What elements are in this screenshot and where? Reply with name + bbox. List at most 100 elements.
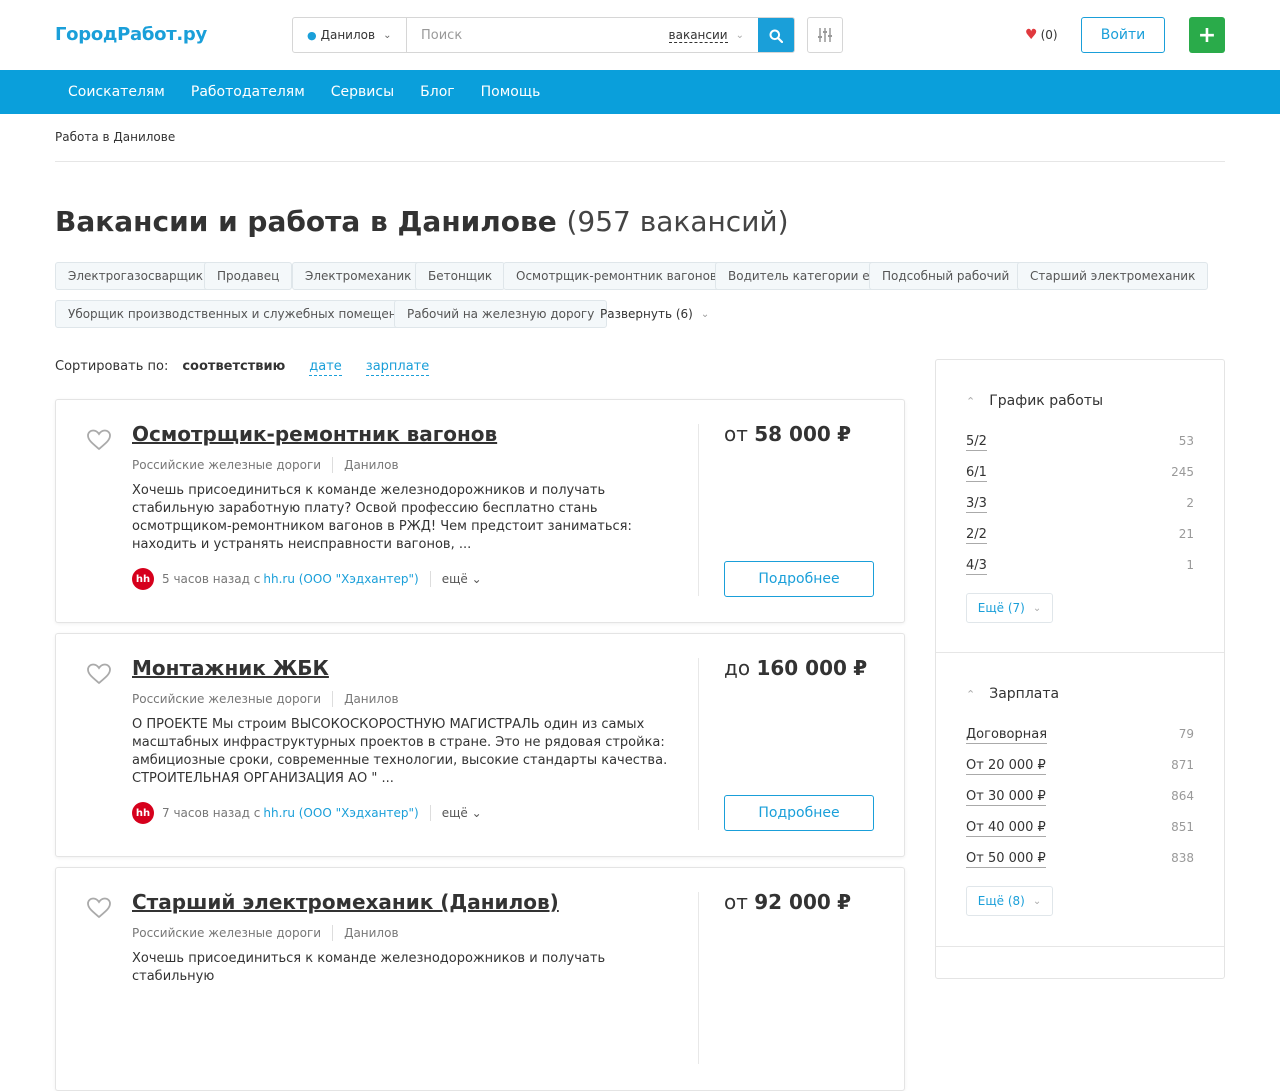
expand-tags-button[interactable]: Развернуть (6) ⌄ xyxy=(600,300,709,328)
search-input[interactable] xyxy=(407,18,669,52)
search-bar: ● Данилов ⌄ вакансии ⌄ xyxy=(292,17,795,53)
add-button[interactable]: + xyxy=(1189,17,1225,53)
breadcrumb[interactable]: Работа в Данилове xyxy=(55,130,175,144)
vacancy-title[interactable]: Осмотрщик-ремонтник вагонов xyxy=(132,422,497,446)
filter-option[interactable]: 2/2 21 xyxy=(966,527,1194,544)
filter-option[interactable]: 3/3 2 xyxy=(966,496,1194,513)
details-button[interactable]: Подробнее xyxy=(724,561,874,597)
tag-item[interactable]: Старший электромеханик xyxy=(1017,262,1209,290)
vacancy-description: Хочешь присоединиться к команде железнод… xyxy=(132,483,632,552)
tag-item[interactable]: Водитель категории е xyxy=(715,262,883,290)
company-name: Российские железные дороги xyxy=(132,692,322,706)
hh-logo-icon: hh xyxy=(132,802,154,824)
details-button[interactable]: Подробнее xyxy=(724,795,874,831)
divider xyxy=(55,161,1225,162)
search-button[interactable] xyxy=(758,18,794,52)
divider xyxy=(429,571,431,587)
filter-more-button[interactable]: Ещё (8) ⌄ xyxy=(966,886,1053,916)
city-selector[interactable]: ● Данилов ⌄ xyxy=(293,18,407,52)
filter-option-label: 4/3 xyxy=(966,558,987,575)
filter-option-count: 871 xyxy=(1171,758,1194,772)
heart-outline-icon[interactable] xyxy=(86,428,112,452)
favorites-link[interactable]: ♥ (0) xyxy=(1025,27,1058,43)
filter-option[interactable]: От 40 000 ₽ 851 xyxy=(966,820,1194,837)
filter-header[interactable]: ⌃ Зарплата xyxy=(966,686,1059,702)
filter-schedule: ⌃ График работы 5/2 53 6/1 245 3/3 2 2/2… xyxy=(936,360,1224,652)
vacancy-title[interactable]: Монтажник ЖБК xyxy=(132,656,329,680)
filters-sidebar: ⌃ График работы 5/2 53 6/1 245 3/3 2 2/2… xyxy=(935,359,1225,979)
tag-item[interactable]: Электрогазосварщик xyxy=(55,262,216,290)
filter-option[interactable]: От 50 000 ₽ 838 xyxy=(966,851,1194,868)
sort-bar: Сортировать по: соответствию дате зарпла… xyxy=(55,359,453,376)
vacancy-title[interactable]: Старший электромеханик (Данилов) xyxy=(132,890,559,914)
source-link[interactable]: hh.ru (ООО "Хэдхантер") xyxy=(263,572,418,586)
nav-item-employers[interactable]: Работодателям xyxy=(178,84,318,100)
filter-more-button[interactable]: Ещё (7) ⌄ xyxy=(966,593,1053,623)
sort-option-date[interactable]: дате xyxy=(309,359,342,376)
filter-option[interactable]: 6/1 245 xyxy=(966,465,1194,482)
divider xyxy=(332,925,334,941)
tag-item[interactable]: Осмотрщик-ремонтник вагонов xyxy=(503,262,730,290)
filter-option[interactable]: 5/2 53 xyxy=(966,434,1194,451)
more-button[interactable]: ещё ⌄ xyxy=(442,572,482,586)
filter-option[interactable]: От 30 000 ₽ 864 xyxy=(966,789,1194,806)
filter-option-count: 53 xyxy=(1178,434,1194,448)
vacancy-description: О ПРОЕКТЕ Мы строим ВЫСОКОСКОРОСТНУЮ МАГ… xyxy=(132,717,668,786)
filter-option-count: 851 xyxy=(1171,820,1194,834)
sliders-icon xyxy=(818,28,832,42)
filters-button[interactable] xyxy=(807,17,843,53)
filter-option-count: 2 xyxy=(1186,496,1194,510)
heart-outline-icon[interactable] xyxy=(86,662,112,686)
filter-option-label: 6/1 xyxy=(966,465,987,482)
sort-option-salary[interactable]: зарплате xyxy=(365,359,430,376)
filter-header[interactable]: ⌃ График работы xyxy=(966,393,1103,409)
nav-item-help[interactable]: Помощь xyxy=(468,84,554,100)
sort-label: Сортировать по: xyxy=(55,359,169,374)
tag-item[interactable]: Рабочий на железную дорогу xyxy=(394,300,608,328)
search-type-selector[interactable]: вакансии ⌄ xyxy=(668,18,758,52)
nav-item-blog[interactable]: Блог xyxy=(407,84,467,100)
currency-symbol: ₽ xyxy=(837,890,852,914)
login-button[interactable]: Войти xyxy=(1081,17,1165,53)
filter-more-label: Ещё (8) xyxy=(977,894,1025,908)
posted-time: 7 часов назад с xyxy=(162,806,261,820)
filter-option-count: 245 xyxy=(1171,465,1194,479)
filter-option-label: От 50 000 ₽ xyxy=(966,851,1046,868)
filter-salary: ⌃ Зарплата Договорная 79 От 20 000 ₽ 871… xyxy=(936,653,1224,945)
chevron-down-icon: ⌄ xyxy=(383,29,392,41)
vacancy-salary: до 160 000 ₽ xyxy=(724,656,867,680)
salary-value: 58 000 xyxy=(754,422,831,446)
tag-item[interactable]: Продавец xyxy=(204,262,293,290)
nav-item-seekers[interactable]: Соискателям xyxy=(55,84,178,100)
site-logo[interactable]: ГородРабот.ру xyxy=(55,24,207,45)
page-title-text: Вакансии и работа в Данилове xyxy=(55,205,557,238)
sort-option-relevance[interactable]: соответствию xyxy=(182,359,285,376)
divider xyxy=(698,892,699,1064)
city-name: Данилов xyxy=(320,28,376,42)
filter-option[interactable]: От 20 000 ₽ 871 xyxy=(966,758,1194,775)
company-name: Российские железные дороги xyxy=(132,926,322,940)
more-label: ещё xyxy=(441,806,468,820)
filter-option-count: 79 xyxy=(1178,727,1194,741)
salary-value: 92 000 xyxy=(754,890,831,914)
salary-prefix: от xyxy=(724,422,748,446)
tag-item[interactable]: Электромеханик xyxy=(292,262,425,290)
filter-option-label: От 20 000 ₽ xyxy=(966,758,1046,775)
filter-title: Зарплата xyxy=(989,686,1060,702)
heart-outline-icon[interactable] xyxy=(86,896,112,920)
filter-option-label: 5/2 xyxy=(966,434,987,451)
filter-option[interactable]: Договорная 79 xyxy=(966,727,1194,744)
tag-item[interactable]: Подсобный рабочий xyxy=(869,262,1023,290)
filter-option[interactable]: 4/3 1 xyxy=(966,558,1194,575)
filter-option-label: От 40 000 ₽ xyxy=(966,820,1046,837)
location-pin-icon: ● xyxy=(307,28,317,42)
expand-tags-label: Развернуть (6) xyxy=(600,307,693,321)
more-button[interactable]: ещё ⌄ xyxy=(442,806,482,820)
filter-title: График работы xyxy=(989,393,1104,409)
nav-item-services[interactable]: Сервисы xyxy=(318,84,407,100)
tag-item[interactable]: Уборщик производственных и служебных пом… xyxy=(55,300,426,328)
source-link[interactable]: hh.ru (ООО "Хэдхантер") xyxy=(263,806,418,820)
header: ГородРабот.ру ● Данилов ⌄ вакансии ⌄ ♥ xyxy=(0,0,1280,70)
tag-item[interactable]: Бетонщик xyxy=(415,262,506,290)
filter-option-count: 1 xyxy=(1186,558,1194,572)
